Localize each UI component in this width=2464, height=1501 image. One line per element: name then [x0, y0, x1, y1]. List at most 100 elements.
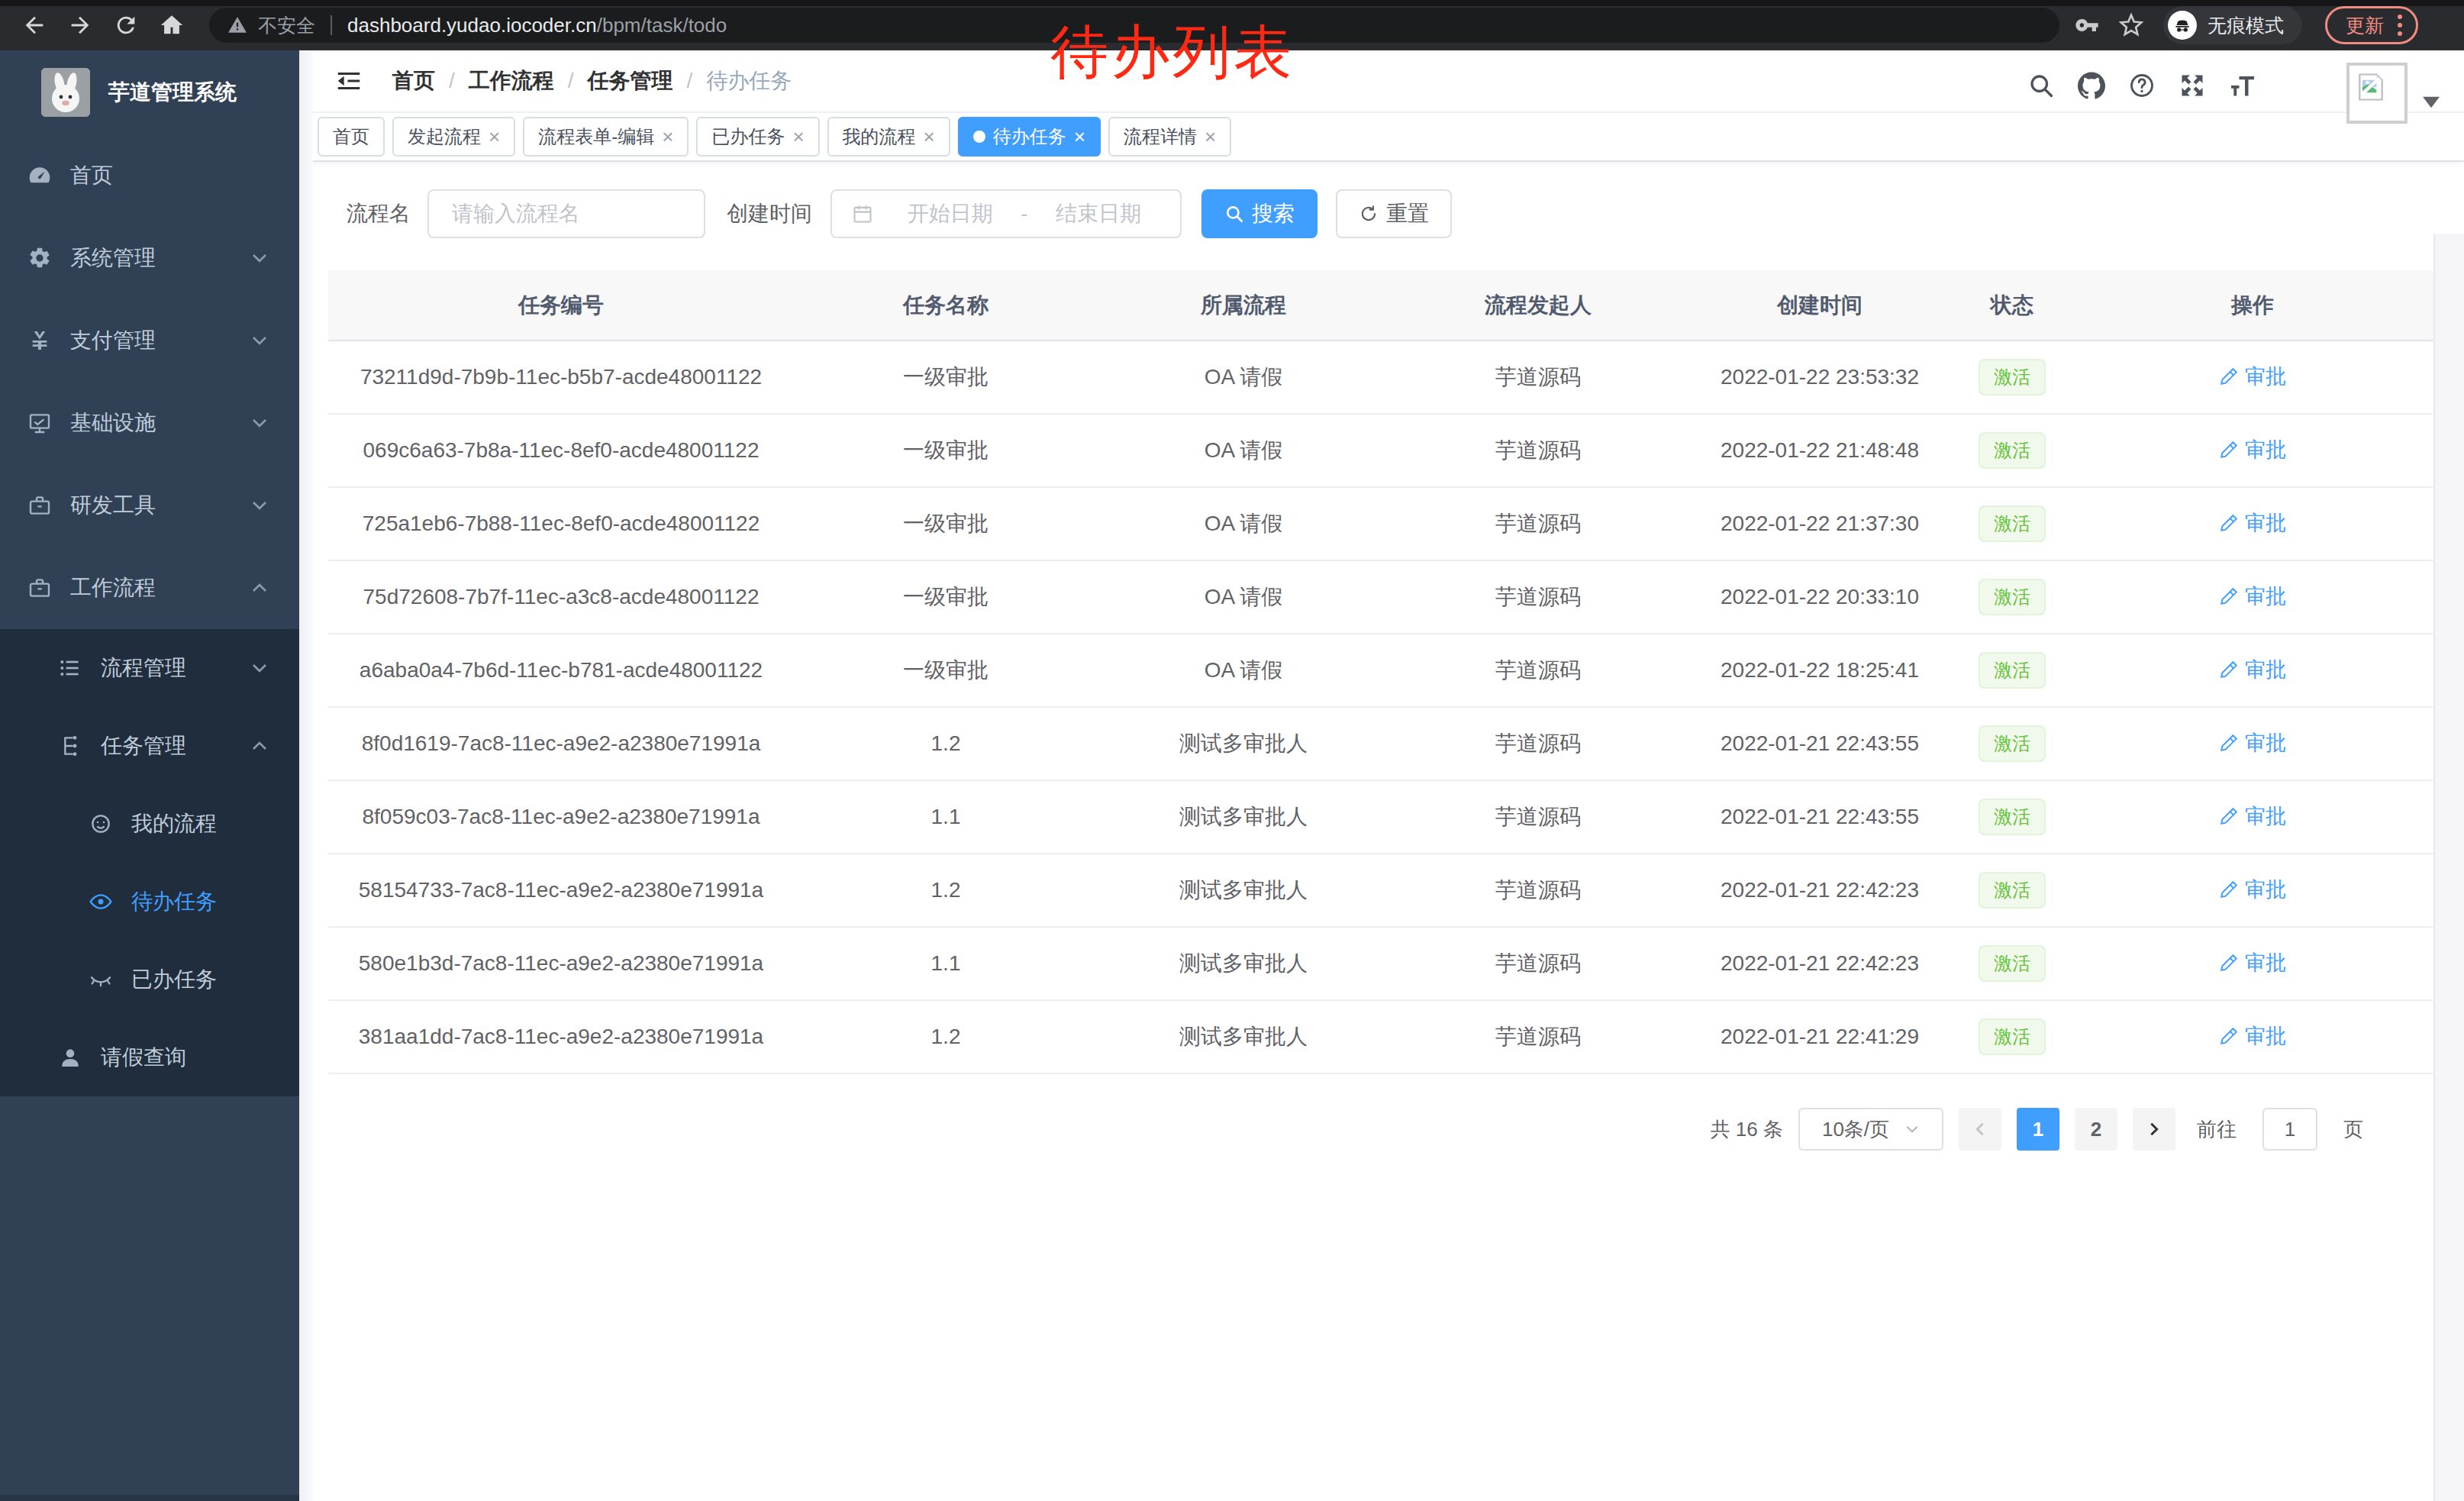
key-icon[interactable] [2075, 13, 2099, 37]
table-row: 725a1eb6-7b88-11ec-8ef0-acde48001122一级审批… [328, 487, 2433, 560]
sidebar-item-system[interactable]: 系统管理 [0, 217, 299, 299]
sidebar-item-workflow[interactable]: 工作流程 [0, 547, 299, 629]
back-icon[interactable] [21, 12, 47, 38]
table-header-row: 任务编号 任务名称 所属流程 流程发起人 创建时间 状态 操作 [328, 270, 2433, 341]
close-icon[interactable] [489, 127, 500, 147]
gear-icon [27, 246, 52, 270]
help-icon[interactable] [2128, 72, 2156, 99]
goto-page-input[interactable]: 1 [2262, 1108, 2317, 1151]
col-status: 状态 [1953, 270, 2072, 341]
process-name-input[interactable]: 请输入流程名 [427, 189, 705, 238]
breadcrumb-home[interactable]: 首页 [392, 66, 435, 95]
font-size-icon[interactable] [2229, 72, 2256, 99]
tab-done-tasks[interactable]: 已办任务 [696, 117, 819, 157]
end-date-placeholder[interactable]: 结束日期 [1031, 199, 1166, 228]
sidebar-item-process-mgmt[interactable]: 流程管理 [0, 629, 299, 707]
tab-start-process[interactable]: 发起流程 [392, 117, 515, 157]
table-row: 8f059c03-7ac8-11ec-a9e2-a2380e71991a1.1测… [328, 780, 2433, 854]
tab-home[interactable]: 首页 [318, 117, 385, 157]
breadcrumb-current: 待办任务 [706, 66, 792, 95]
search-button[interactable]: 搜索 [1201, 189, 1317, 238]
sidebar-item-home[interactable]: 首页 [0, 134, 299, 217]
table-row: 381aa1dd-7ac8-11ec-a9e2-a2380e71991a1.2测… [328, 1000, 2433, 1073]
incognito-badge: 无痕模式 [2163, 6, 2302, 44]
table-row: a6aba0a4-7b6d-11ec-b781-acde48001122一级审批… [328, 634, 2433, 707]
tab-todo-tasks[interactable]: 待办任务 [958, 117, 1101, 157]
start-date-placeholder[interactable]: 开始日期 [882, 199, 1018, 228]
process-name-label: 流程名 [347, 199, 411, 228]
workflow-submenu: 流程管理 任务管理 我的流程 待办任务 已办 [0, 629, 299, 1096]
page-button-1[interactable]: 1 [2017, 1108, 2059, 1151]
approve-link[interactable]: 审批 [2219, 949, 2286, 976]
eye-closed-icon [89, 967, 113, 992]
approve-link[interactable]: 审批 [2219, 363, 2286, 390]
sidebar-item-payment[interactable]: 支付管理 [0, 299, 299, 382]
close-icon[interactable] [1205, 127, 1216, 147]
close-icon[interactable] [792, 127, 804, 147]
sidebar-item-leave-query[interactable]: 请假查询 [0, 1018, 299, 1096]
reload-icon[interactable] [113, 12, 139, 38]
task-table: 任务编号 任务名称 所属流程 流程发起人 创建时间 状态 操作 73211d9d… [328, 270, 2433, 1074]
approve-link[interactable]: 审批 [2219, 1022, 2286, 1050]
approve-link[interactable]: 审批 [2219, 876, 2286, 903]
col-process: 所属流程 [1098, 270, 1389, 341]
tab-my-process[interactable]: 我的流程 [827, 117, 950, 157]
close-icon[interactable] [1074, 127, 1085, 147]
next-page-button[interactable] [2133, 1108, 2175, 1151]
breadcrumb-workflow[interactable]: 工作流程 [469, 66, 554, 95]
status-badge: 激活 [1979, 579, 2046, 615]
sidebar-item-done-tasks[interactable]: 已办任务 [0, 941, 299, 1018]
status-badge: 激活 [1979, 945, 2046, 982]
app-logo [41, 68, 90, 117]
face-icon [89, 812, 113, 836]
caret-down-icon[interactable] [2423, 96, 2440, 108]
status-badge: 激活 [1979, 432, 2046, 469]
browser-menu-icon[interactable] [2398, 15, 2402, 36]
filter-bar: 流程名 请输入流程名 创建时间 开始日期 - 结束日期 搜索 重置 [347, 189, 2433, 238]
table-row: 73211d9d-7b9b-11ec-b5b7-acde48001122一级审批… [328, 341, 2433, 414]
page-scrollbar[interactable] [2433, 234, 2464, 1501]
sidebar-item-task-mgmt[interactable]: 任务管理 [0, 707, 299, 785]
chevron-down-icon [1904, 1122, 1920, 1137]
fullscreen-icon[interactable] [2179, 72, 2206, 99]
approve-link[interactable]: 审批 [2219, 802, 2286, 830]
status-badge: 激活 [1979, 1018, 2046, 1055]
chevron-up-icon [250, 737, 269, 755]
status-badge: 激活 [1979, 652, 2046, 689]
close-icon[interactable] [924, 127, 935, 147]
pagination: 共 16 条 10条/页 1 2 前往 1 页 [328, 1108, 2363, 1151]
approve-link[interactable]: 审批 [2219, 656, 2286, 683]
table-row: 75d72608-7b7f-11ec-a3c8-acde48001122一级审批… [328, 560, 2433, 634]
github-icon[interactable] [2078, 72, 2105, 99]
search-icon[interactable] [2027, 72, 2055, 99]
star-icon[interactable] [2119, 13, 2143, 37]
sidebar-item-todo-tasks[interactable]: 待办任务 [0, 863, 299, 941]
approve-link[interactable]: 审批 [2219, 436, 2286, 463]
menu-fold-icon[interactable] [334, 66, 363, 95]
update-button[interactable]: 更新 [2325, 6, 2418, 44]
close-icon[interactable] [662, 127, 673, 147]
chevron-down-icon [250, 496, 269, 515]
forward-icon[interactable] [67, 12, 93, 38]
approve-link[interactable]: 审批 [2219, 729, 2286, 757]
url-text: dashboard.yudao.iocoder.cn/bpm/task/todo [347, 14, 727, 37]
status-badge: 激活 [1979, 359, 2046, 395]
sidebar-item-my-process[interactable]: 我的流程 [0, 785, 299, 863]
reset-button[interactable]: 重置 [1336, 189, 1452, 238]
page-button-2[interactable]: 2 [2075, 1108, 2117, 1151]
breadcrumb: 首页 / 工作流程 / 任务管理 / 待办任务 [392, 66, 792, 95]
page-size-select[interactable]: 10条/页 [1798, 1108, 1943, 1151]
page-unit-label: 页 [2343, 1116, 2363, 1143]
approve-link[interactable]: 审批 [2219, 509, 2286, 537]
tab-process-detail[interactable]: 流程详情 [1108, 117, 1231, 157]
sidebar-item-infra[interactable]: 基础设施 [0, 382, 299, 464]
col-create-time: 创建时间 [1687, 270, 1953, 341]
breadcrumb-task-mgmt[interactable]: 任务管理 [588, 66, 673, 95]
tab-form-edit[interactable]: 流程表单-编辑 [523, 117, 689, 157]
home-icon[interactable] [159, 12, 185, 38]
sidebar-item-devtools[interactable]: 研发工具 [0, 464, 299, 547]
prev-page-button[interactable] [1959, 1108, 2001, 1151]
chevron-down-icon [250, 249, 269, 267]
approve-link[interactable]: 审批 [2219, 583, 2286, 610]
date-range-picker[interactable]: 开始日期 - 结束日期 [830, 189, 1182, 238]
